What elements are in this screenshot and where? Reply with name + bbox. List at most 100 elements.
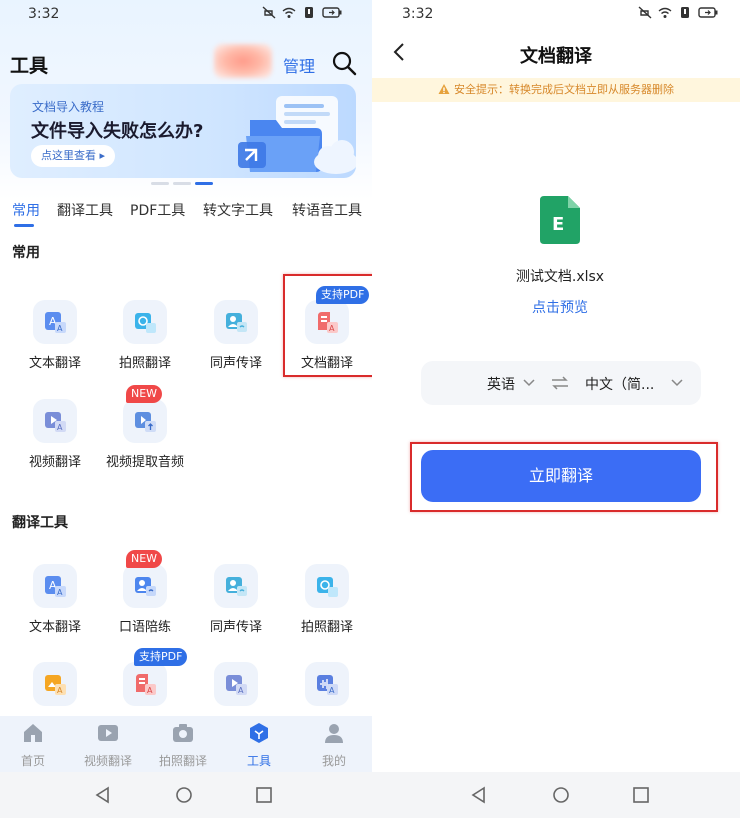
- pagination-dot: [173, 182, 191, 185]
- pagination-dot-active: [195, 182, 213, 185]
- svg-text:A: A: [238, 686, 244, 695]
- simultaneous-interpret-icon: [214, 300, 258, 344]
- svg-text:A: A: [57, 423, 63, 432]
- source-language[interactable]: 英语: [487, 374, 515, 394]
- status-icons: [638, 6, 718, 19]
- svg-text:A: A: [57, 588, 63, 597]
- video-extract-audio-icon: [123, 399, 167, 443]
- home-circle-icon[interactable]: [552, 786, 570, 804]
- home-circle-icon[interactable]: [175, 786, 193, 804]
- nav-video-translate[interactable]: 视频翻译: [71, 716, 145, 772]
- chevron-down-icon[interactable]: [671, 376, 683, 388]
- video-translate-icon: A: [33, 399, 77, 443]
- banner-subtitle: 文档导入教程: [32, 100, 105, 114]
- nav-label: 我的: [321, 754, 346, 768]
- tool-label: 拍照翻译: [300, 620, 353, 635]
- warning-icon: [438, 84, 450, 94]
- active-tab-indicator: [14, 224, 34, 227]
- tool-text-translate[interactable]: AA 文本翻译: [10, 564, 100, 636]
- tab-common[interactable]: 常用: [12, 200, 40, 220]
- highlight-box: [283, 274, 372, 377]
- avatar[interactable]: [214, 44, 272, 78]
- image-translate-icon: A: [33, 662, 77, 706]
- recents-square-icon[interactable]: [255, 786, 273, 804]
- home-icon: [24, 724, 42, 742]
- sim-icon: [681, 7, 689, 18]
- tools-screen: 3:32 工具 管理 文档导入教程 文件导入失败怎么办? 点这里查看 ▸ 常用 …: [0, 0, 372, 818]
- chevron-down-icon[interactable]: [523, 376, 535, 388]
- banner-view-button[interactable]: 点这里查看 ▸: [31, 145, 116, 167]
- nav-label: 拍照翻译: [158, 754, 207, 768]
- target-language[interactable]: 中文（简...: [585, 374, 654, 394]
- battery-icon: [322, 7, 342, 18]
- profile-icon: [325, 724, 343, 743]
- back-triangle-icon[interactable]: [94, 786, 112, 804]
- svg-text:A: A: [147, 686, 153, 695]
- tutorial-banner[interactable]: 文档导入教程 文件导入失败怎么办? 点这里查看 ▸: [10, 84, 356, 178]
- document-translate-screen: 3:32 文档翻译 安全提示：转换完成后文档立即从服务器删除 E 测试文档.xl…: [372, 0, 740, 818]
- file-icon-letter: E: [552, 214, 564, 235]
- tool-label: 同声传译: [209, 356, 262, 371]
- manage-button[interactable]: 管理: [283, 53, 315, 77]
- tool-text-translate[interactable]: AA 文本翻译: [10, 300, 100, 372]
- tool-speaking-practice[interactable]: NEW 口语陪练: [100, 550, 190, 636]
- svg-text:A: A: [329, 686, 335, 695]
- nav-label: 首页: [20, 754, 45, 768]
- folder-cloud-illustration: [238, 96, 356, 174]
- tool-label: 视频翻译: [28, 455, 81, 470]
- nav-profile[interactable]: 我的: [297, 716, 371, 772]
- document-translate-icon: A: [123, 662, 167, 706]
- tool-simultaneous-interpret[interactable]: 同声传译: [191, 564, 281, 636]
- tool-photo-translate[interactable]: 拍照翻译: [100, 300, 190, 372]
- tab-translate-tools[interactable]: 翻译工具: [57, 200, 113, 220]
- photo-translate-icon: [123, 300, 167, 344]
- search-icon[interactable]: [331, 50, 357, 76]
- security-notice-text: 安全提示：转换完成后文档立即从服务器删除: [454, 83, 674, 96]
- system-navigation-bar: [0, 772, 372, 818]
- file-name: 测试文档.xlsx: [515, 269, 605, 285]
- highlight-box: [410, 442, 718, 512]
- new-badge: NEW: [126, 385, 163, 403]
- swap-languages-icon[interactable]: [551, 375, 569, 391]
- recents-square-icon[interactable]: [632, 786, 650, 804]
- tools-icon: [250, 723, 268, 743]
- tool-video-translate[interactable]: A 视频翻译: [10, 399, 100, 471]
- tool-photo-translate[interactable]: 拍照翻译: [282, 564, 372, 636]
- category-tabs: 常用 翻译工具 PDF工具 转文字工具 转语音工具: [0, 200, 372, 228]
- tool-label: 文本翻译: [28, 356, 81, 371]
- nav-photo-translate[interactable]: 拍照翻译: [146, 716, 220, 772]
- simultaneous-interpret-icon: [214, 564, 258, 608]
- banner-pagination: [151, 182, 213, 185]
- svg-text:A: A: [57, 686, 63, 695]
- banner-headline: 文件导入失败怎么办?: [31, 121, 204, 142]
- tool-label: 口语陪练: [118, 620, 171, 635]
- back-triangle-icon[interactable]: [470, 786, 488, 804]
- tab-to-text-tools[interactable]: 转文字工具: [203, 200, 273, 220]
- tool-label: 拍照翻译: [118, 356, 171, 371]
- tab-to-speech-tools[interactable]: 转语音工具: [292, 200, 362, 220]
- status-bar: 3:32: [372, 0, 740, 28]
- pagination-dot: [151, 182, 169, 185]
- nav-tools[interactable]: 工具: [222, 716, 296, 772]
- wifi-icon: [282, 7, 296, 18]
- audio-translate-icon: A: [305, 662, 349, 706]
- battery-icon: [698, 7, 718, 18]
- mute-icon: [638, 6, 652, 19]
- video-icon: [98, 725, 118, 741]
- nav-home[interactable]: 首页: [0, 716, 70, 772]
- preview-link[interactable]: 点击预览: [372, 297, 740, 317]
- section-title-common: 常用: [12, 245, 40, 261]
- tab-pdf-tools[interactable]: PDF工具: [130, 200, 185, 220]
- new-badge: NEW: [126, 550, 163, 568]
- nav-label: 视频翻译: [83, 754, 132, 768]
- wifi-icon: [658, 7, 672, 18]
- page-title: 文档翻译: [520, 46, 592, 67]
- tool-simultaneous-interpret[interactable]: 同声传译: [191, 300, 281, 372]
- back-chevron-icon[interactable]: [392, 42, 406, 62]
- tool-label: 文本翻译: [28, 620, 81, 635]
- tool-video-extract-audio[interactable]: NEW 视频提取音频: [100, 385, 190, 471]
- camera-icon: [173, 724, 193, 742]
- sim-icon: [305, 7, 313, 18]
- excel-file-icon: E: [540, 196, 580, 244]
- text-translate-icon: AA: [33, 300, 77, 344]
